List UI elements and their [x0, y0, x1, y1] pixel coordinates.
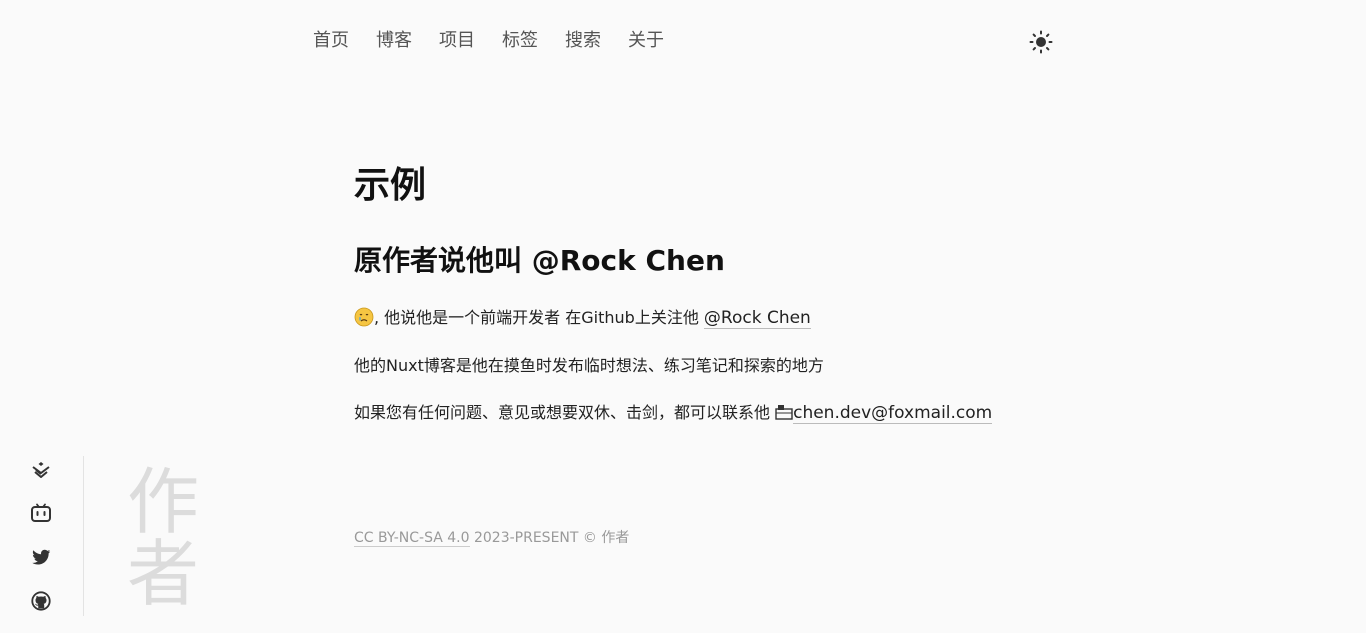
nav-item-blog[interactable]: 博客: [376, 28, 412, 54]
email-link[interactable]: chen.dev@foxmail.com: [793, 403, 993, 424]
intro-paragraph: , 他说他是一个前端开发者 在Github上关注他 @Rock Chen: [354, 306, 1054, 330]
author-heading: 原作者说他叫 @Rock Chen: [354, 244, 725, 277]
nav-item-home[interactable]: 首页: [313, 28, 349, 54]
license-link[interactable]: CC BY-NC-SA 4.0: [354, 530, 470, 547]
contact-paragraph: 如果您有任何问题、意见或想要双休、击剑，都可以联系他 chen.dev@foxm…: [354, 401, 1054, 425]
nav-item-tags[interactable]: 标签: [502, 28, 538, 54]
juejin-icon[interactable]: [30, 458, 52, 480]
watermark-char-2: 者: [127, 532, 200, 616]
nav-item-about[interactable]: 关于: [628, 28, 664, 54]
mailbox-icon: [775, 405, 793, 420]
nav-item-search[interactable]: 搜索: [565, 28, 601, 54]
blog-description: 他的Nuxt博客是他在摸鱼时发布临时想法、练习笔记和探索的地方: [354, 356, 824, 375]
sun-icon: [1029, 30, 1053, 54]
crying-emoji-icon: [354, 307, 374, 327]
watermark-char-1: 作: [127, 460, 200, 544]
social-rail: [30, 458, 54, 633]
page: 首页 博客 项目 标签 搜索 关于 示例 原作者说他叫 @Rock Chen ,…: [0, 0, 1366, 633]
main-content: 示例 原作者说他叫 @Rock Chen , 他说他是一个前端开发者 在Gith…: [354, 160, 1054, 425]
top-nav: 首页 博客 项目 标签 搜索 关于: [313, 28, 691, 54]
copyright-text: 2023-PRESENT © 作者: [469, 530, 630, 546]
github-icon[interactable]: [30, 590, 52, 612]
contact-text: 如果您有任何问题、意见或想要双休、击剑，都可以联系他: [354, 403, 776, 422]
footer: CC BY-NC-SA 4.0 2023-PRESENT © 作者: [354, 527, 629, 547]
page-title: 示例: [354, 165, 427, 206]
rail-divider: [83, 456, 84, 616]
nav-item-projects[interactable]: 项目: [439, 28, 475, 54]
author-watermark: 作 者: [127, 466, 207, 610]
bilibili-icon[interactable]: [30, 502, 52, 524]
intro-text: , 他说他是一个前端开发者 在Github上关注他: [374, 308, 704, 327]
theme-toggle-button[interactable]: [1029, 30, 1053, 54]
github-profile-link[interactable]: @Rock Chen: [703, 308, 811, 329]
twitter-icon[interactable]: [30, 546, 52, 568]
